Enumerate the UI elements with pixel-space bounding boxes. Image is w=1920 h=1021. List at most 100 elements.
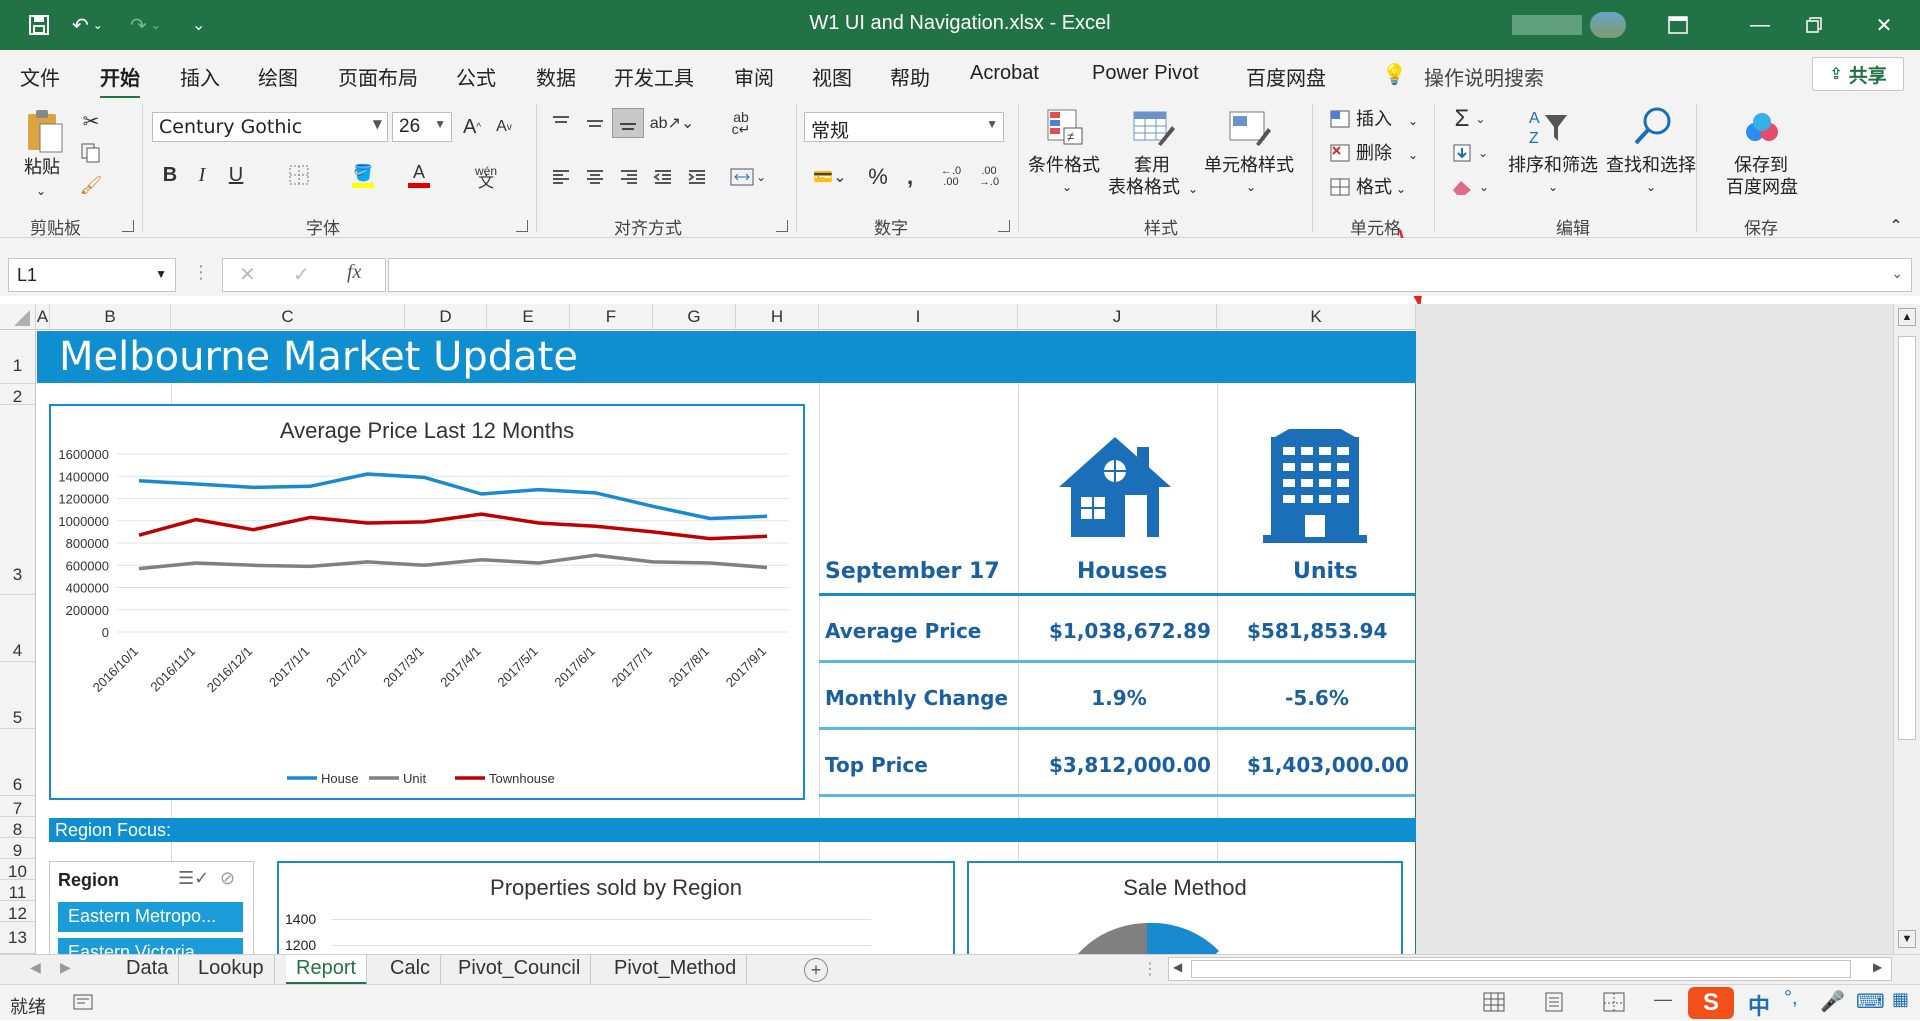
save-to-netdisk-line2[interactable]: 百度网盘 — [1726, 176, 1798, 199]
decrease-font-icon[interactable]: Av — [490, 112, 518, 142]
normal-view-icon[interactable] — [1482, 991, 1506, 1018]
increase-font-icon[interactable]: A ^ — [458, 112, 486, 142]
format-painter-icon[interactable]: 🖌 — [78, 172, 104, 198]
column-header-G[interactable]: G — [653, 304, 736, 330]
accounting-format-icon[interactable]: 💳⌄ — [808, 162, 852, 192]
paste-dropdown-icon[interactable]: ⌄ — [36, 180, 46, 203]
page-break-view-icon[interactable] — [1602, 991, 1626, 1018]
row-header-11[interactable]: 11 — [0, 880, 36, 902]
ribbon-display-icon[interactable] — [1650, 0, 1706, 50]
column-header-F[interactable]: F — [570, 304, 653, 330]
align-left-icon[interactable] — [548, 164, 574, 190]
row-header-2[interactable]: 2 — [0, 384, 36, 406]
scroll-thumb[interactable] — [1898, 336, 1916, 740]
minimize-button[interactable]: — — [1732, 0, 1788, 50]
tab-view[interactable]: 视图 — [812, 62, 852, 91]
wrap-text-icon[interactable]: ab c↵ — [728, 110, 754, 136]
sort-filter-dropdown[interactable]: ⌄ — [1548, 176, 1558, 199]
tab-developer[interactable]: 开发工具 — [614, 62, 694, 91]
merge-center-icon[interactable]: ⌄ — [728, 164, 768, 190]
fill-color-icon[interactable]: 🪣 — [350, 160, 376, 190]
sheet-tab-report[interactable]: Report — [286, 955, 368, 985]
row-header-5[interactable]: 5 — [0, 662, 36, 729]
column-header-E[interactable]: E — [487, 304, 570, 330]
insert-cells-dropdown[interactable]: ⌄ — [1408, 110, 1418, 133]
delete-cells-icon[interactable] — [1328, 140, 1352, 166]
column-header-A[interactable]: A — [36, 304, 50, 330]
tab-acrobat[interactable]: Acrobat — [970, 62, 1039, 85]
tab-draw[interactable]: 绘图 — [258, 62, 298, 91]
restore-button[interactable] — [1786, 0, 1842, 50]
comma-style-icon[interactable]: , — [898, 162, 922, 192]
worksheet-grid[interactable]: Melbourne Market Update Average Price La… — [37, 331, 1416, 954]
delete-cells-dropdown[interactable]: ⌄ — [1408, 144, 1418, 167]
horizontal-scrollbar[interactable]: ◀ ▶ — [1168, 957, 1892, 981]
ime-menu-icon[interactable]: ▦ — [1892, 989, 1909, 1010]
row-header-4[interactable]: 4 — [0, 595, 36, 662]
scroll-down-icon[interactable]: ▼ — [1898, 930, 1916, 948]
conditional-formatting-button[interactable]: 条件格式 — [1028, 154, 1100, 177]
expand-formula-icon[interactable]: ⌄ — [1891, 265, 1903, 282]
properties-by-region-chart[interactable]: Properties sold by Region 1400 1200 — [277, 861, 955, 954]
cancel-icon[interactable]: ✕ — [239, 262, 256, 287]
ime-language[interactable]: 中 — [1748, 989, 1770, 1021]
middle-align-icon[interactable] — [582, 110, 608, 136]
decrease-indent-icon[interactable] — [650, 164, 676, 190]
format-as-table-line1[interactable]: 套用 — [1134, 154, 1170, 177]
save-icon[interactable] — [28, 0, 50, 50]
next-sheet-icon[interactable]: ▶ — [60, 959, 71, 976]
tab-review[interactable]: 审阅 — [734, 62, 774, 91]
region-slicer[interactable]: Region ☰✓ ⊘ Eastern Metropo... Eastern V… — [49, 861, 254, 954]
row-header-12[interactable]: 12 — [0, 901, 36, 923]
select-all-corner[interactable] — [0, 304, 36, 330]
scroll-left-icon[interactable]: ◀ — [1173, 960, 1182, 974]
row-header-1[interactable]: 1 — [0, 331, 36, 384]
font-color-icon[interactable]: A — [406, 160, 432, 190]
cell-styles-button[interactable]: 单元格样式 — [1204, 154, 1294, 177]
paste-icon[interactable] — [22, 106, 66, 156]
tab-file[interactable]: 文件 — [20, 62, 60, 91]
punctuation-icon[interactable]: °, — [1784, 987, 1798, 1010]
tab-insert[interactable]: 插入 — [180, 62, 220, 91]
cell-styles-icon[interactable] — [1226, 106, 1274, 150]
cell-styles-dropdown[interactable]: ⌄ — [1246, 176, 1256, 199]
share-button[interactable]: ⇪ 共享 — [1812, 57, 1904, 91]
phonetic-icon[interactable]: wén 文 — [472, 162, 500, 192]
customize-quick-access-icon[interactable]: ⌄ — [192, 0, 205, 50]
row-header-10[interactable]: 10 — [0, 859, 36, 881]
borders-icon[interactable] — [286, 160, 312, 190]
avatar[interactable] — [1590, 12, 1626, 38]
fill-icon[interactable]: ⌄ — [1448, 140, 1492, 166]
microphone-icon[interactable]: 🎤 — [1820, 989, 1845, 1014]
format-as-table-icon[interactable] — [1130, 106, 1178, 150]
alignment-launcher-icon[interactable] — [776, 220, 788, 232]
bottom-align-icon[interactable] — [612, 108, 644, 138]
align-right-icon[interactable] — [616, 164, 642, 190]
format-as-table-dropdown[interactable]: ⌄ — [1188, 178, 1198, 201]
tab-baidu-netdisk[interactable]: 百度网盘 — [1246, 62, 1326, 91]
sheet-tab-pivot-method[interactable]: Pivot_Method — [604, 955, 748, 985]
sheet-tab-data[interactable]: Data — [116, 955, 180, 985]
autosum-icon[interactable]: Σ ⌄ — [1448, 105, 1492, 132]
row-header-9[interactable]: 9 — [0, 838, 36, 860]
paste-button[interactable]: 粘贴 — [24, 156, 60, 179]
column-header-I[interactable]: I — [819, 304, 1018, 330]
font-launcher-icon[interactable] — [516, 220, 528, 232]
scroll-thumb[interactable] — [1191, 960, 1851, 978]
conditional-formatting-icon[interactable]: ≠ — [1044, 106, 1088, 150]
tell-me-search[interactable]: 操作说明搜索 — [1424, 62, 1544, 91]
zoom-out-icon[interactable]: — — [1654, 989, 1672, 1010]
formula-input[interactable]: ⌄ — [388, 258, 1912, 292]
name-box-dropdown-icon[interactable]: ▼ — [155, 267, 167, 281]
tab-formulas[interactable]: 公式 — [456, 62, 496, 91]
row-header-6[interactable]: 6 — [0, 729, 36, 796]
column-header-B[interactable]: B — [50, 304, 171, 330]
lightbulb-icon[interactable]: 💡 — [1382, 62, 1407, 87]
format-cells-dropdown[interactable]: ⌄ — [1396, 178, 1406, 201]
delete-cells-button[interactable]: 删除 — [1356, 142, 1392, 165]
top-align-icon[interactable] — [548, 110, 574, 136]
column-header-J[interactable]: J — [1018, 304, 1217, 330]
insert-cells-button[interactable]: 插入 — [1356, 108, 1392, 131]
enter-icon[interactable]: ✓ — [293, 262, 310, 287]
keyboard-icon[interactable]: ⌨ — [1856, 989, 1885, 1014]
